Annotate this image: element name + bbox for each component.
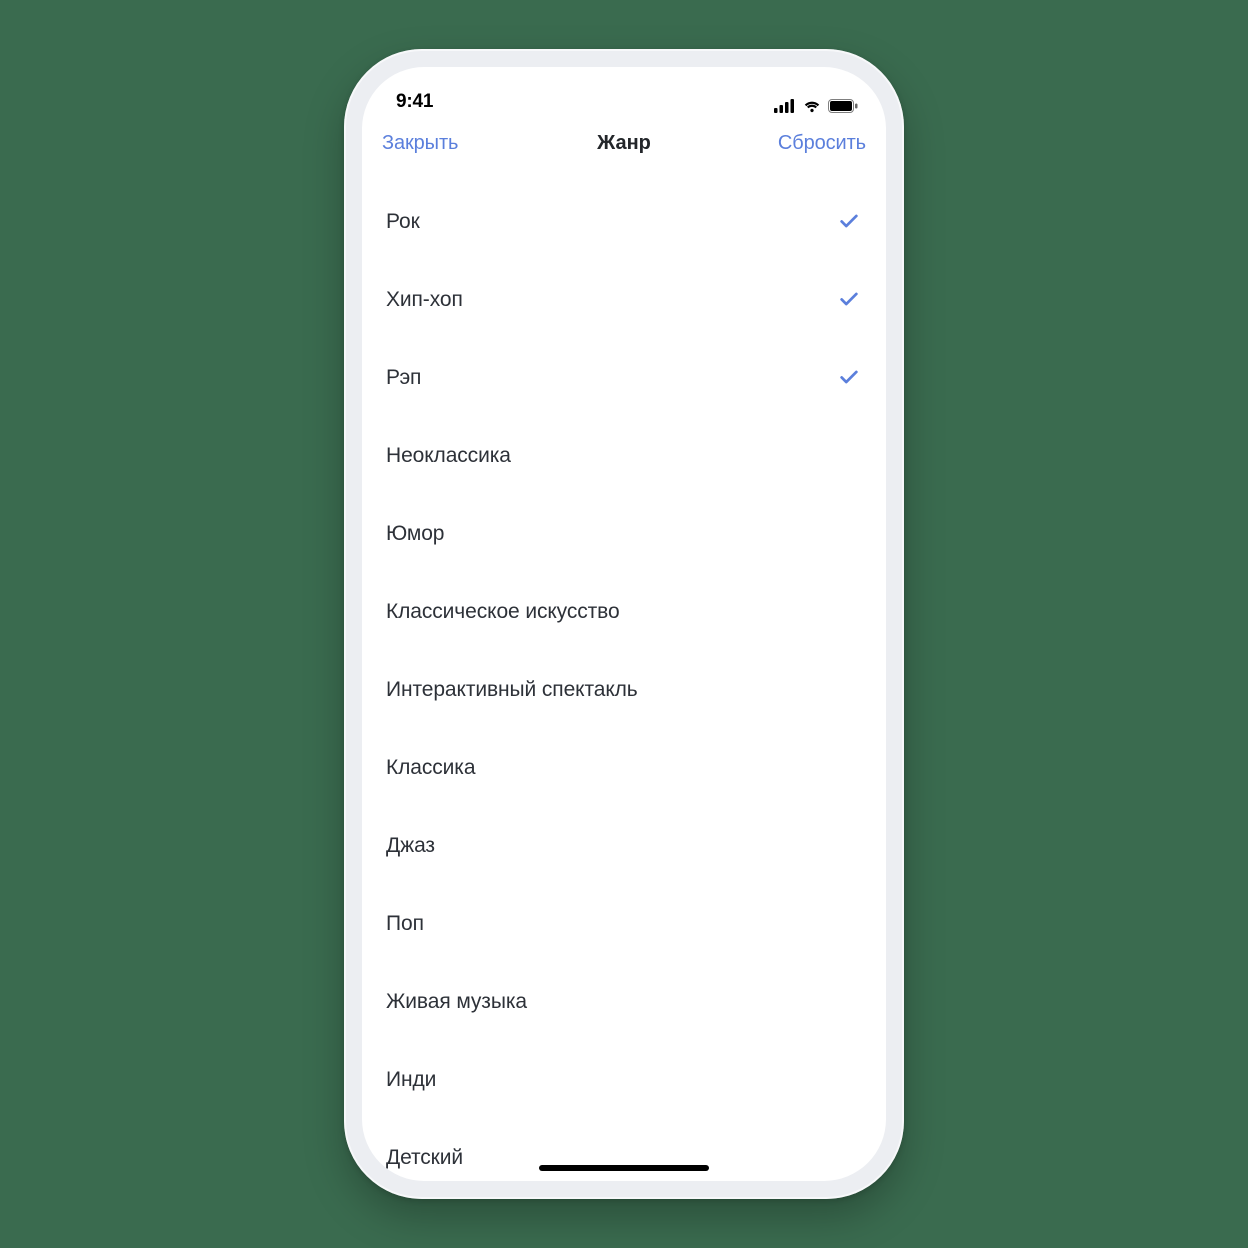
screen: 9:41 [362,67,886,1181]
check-icon [838,210,862,234]
status-bar: 9:41 [362,67,886,115]
stage: 9:41 [0,0,1248,1248]
genre-row[interactable]: Неоклассика [362,417,886,495]
genre-label: Классика [386,756,475,780]
genre-row[interactable]: Классика [362,729,886,807]
genre-label: Хип-хоп [386,288,463,312]
cellular-icon [774,99,796,113]
nav-bar: Закрыть Жанр Сбросить [362,115,886,171]
status-time: 9:41 [396,91,433,113]
genre-label: Поп [386,912,424,936]
phone-frame: 9:41 [344,49,904,1199]
genre-label: Рок [386,210,420,234]
genre-label: Инди [386,1068,436,1092]
genre-row[interactable]: Рок [362,183,886,261]
home-indicator[interactable] [539,1165,709,1171]
genre-label: Рэп [386,366,421,390]
genre-row[interactable]: Юмор [362,495,886,573]
genre-label: Детский [386,1146,463,1170]
genre-row[interactable]: Интерактивный спектакль [362,651,886,729]
genre-row[interactable]: Хип-хоп [362,261,886,339]
genre-row[interactable]: Живая музыка [362,963,886,1041]
genre-label: Юмор [386,522,444,546]
genre-row[interactable]: Инди [362,1041,886,1119]
genre-label: Неоклассика [386,444,511,468]
reset-button[interactable]: Сбросить [778,132,866,155]
genre-label: Джаз [386,834,435,858]
genre-row[interactable]: Детский [362,1119,886,1181]
genre-row[interactable]: Рэп [362,339,886,417]
check-icon [838,288,862,312]
genre-row[interactable]: Классическое искусство [362,573,886,651]
wifi-icon [802,99,822,113]
status-indicators [774,99,858,113]
check-icon [838,366,862,390]
close-button[interactable]: Закрыть [382,132,458,155]
genre-label: Интерактивный спектакль [386,678,638,702]
genre-list[interactable]: Рок Хип-хоп Рэп Неоклассика Юмор Классическое… [362,171,886,1181]
genre-row[interactable]: Поп [362,885,886,963]
genre-label: Живая музыка [386,990,527,1014]
genre-row[interactable]: Джаз [362,807,886,885]
battery-icon [828,99,858,113]
genre-label: Классическое искусство [386,600,620,624]
